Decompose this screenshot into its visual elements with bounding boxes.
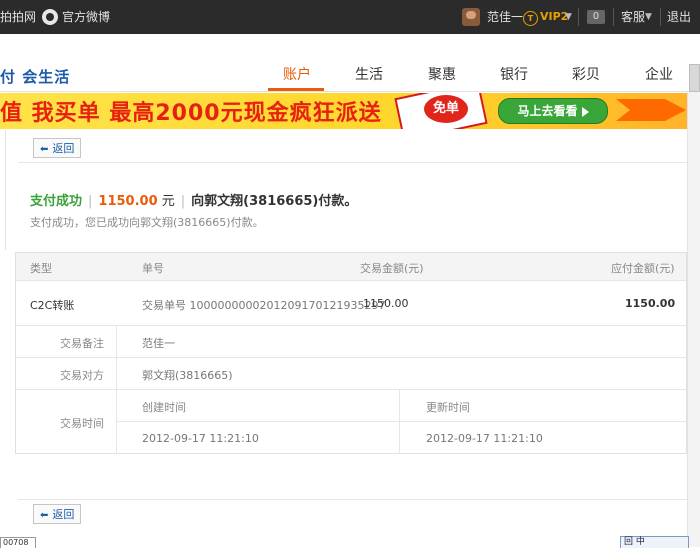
nav-business[interactable]: 企业: [645, 64, 673, 84]
divider: [16, 357, 686, 358]
banner-headline-part1: 值 我买单: [0, 101, 101, 126]
weibo-link[interactable]: 官方微博: [62, 0, 110, 34]
payee-text: 向郭文翔(3816665)付款。: [191, 194, 358, 209]
value-created-time: 2012-09-17 11:21:10: [142, 432, 259, 445]
vip-icon: T: [523, 11, 538, 26]
table-header: [16, 253, 686, 280]
banner-headline-part2: 最高2000元现金疯狂派送: [109, 101, 382, 126]
banner-cta-button[interactable]: 马上去看看: [498, 98, 608, 124]
result-subtitle: 支付成功，您已成功向郭文翔(3816665)付款。: [30, 216, 264, 229]
nav-deals[interactable]: 聚惠: [428, 64, 456, 84]
play-arrow-icon: [581, 106, 589, 117]
label-created-time: 创建时间: [142, 401, 186, 414]
divider: [18, 162, 687, 163]
header-type: 类型: [30, 262, 52, 275]
top-bar: 拍拍网 官方微博 范佳一 T VIP2 ▼ 0 客服 ▼ 退出: [0, 0, 700, 34]
divider: [5, 130, 6, 250]
cell-type: C2C转账: [30, 299, 75, 312]
status-text: 支付成功: [30, 194, 83, 209]
logout-link[interactable]: 退出: [667, 0, 691, 34]
scrollbar-track[interactable]: [687, 92, 700, 547]
nav-account[interactable]: 账户: [283, 64, 311, 84]
value-note: 范佳一: [142, 337, 175, 350]
promo-banner[interactable]: 值 我买单 最高2000元现金疯狂派送 免单 马上去看看: [0, 93, 687, 129]
divider: [613, 8, 614, 26]
scrollbar-thumb[interactable]: [689, 64, 700, 92]
amount-text: 1150.00: [98, 194, 158, 209]
chevron-down-icon[interactable]: ▼: [645, 0, 652, 34]
nav-bank[interactable]: 银行: [500, 64, 528, 84]
currency-unit: 元: [161, 194, 175, 209]
divider: [0, 91, 700, 92]
divider: [16, 389, 686, 390]
site-logo[interactable]: 付 会生活: [0, 66, 70, 87]
corner-widget[interactable]: 回 中: [620, 536, 689, 548]
header-order-no: 单号: [142, 262, 164, 275]
label-counterparty: 交易对方: [60, 369, 104, 382]
divider: [660, 8, 661, 26]
back-arrow-icon: ⬅: [40, 510, 49, 521]
header-trade-amount: 交易金额(元): [360, 262, 424, 275]
back-button-label: 返回: [52, 142, 75, 155]
banner-cta-label: 马上去看看: [517, 104, 578, 118]
service-menu[interactable]: 客服: [621, 0, 645, 34]
value-counterparty: 郭文翔(3816665): [142, 369, 233, 382]
separator: |: [180, 194, 186, 209]
username-link[interactable]: 范佳一: [487, 0, 523, 34]
cell-due-amount: 1150.00: [625, 297, 676, 310]
weibo-icon: [42, 9, 58, 25]
nav-caibei[interactable]: 彩贝: [572, 64, 600, 84]
back-arrow-icon: ⬅: [40, 144, 49, 155]
cell-trade-amount: 1150.00: [363, 297, 409, 310]
divider: [578, 8, 579, 26]
divider: [18, 499, 687, 500]
avatar[interactable]: [462, 8, 480, 26]
label-trade-time: 交易时间: [60, 417, 104, 430]
free-order-seal: 免单: [424, 95, 468, 123]
nav-life[interactable]: 生活: [355, 64, 383, 84]
label-updated-time: 更新时间: [426, 401, 470, 414]
divider: [16, 280, 686, 281]
back-button-label: 返回: [52, 508, 75, 521]
separator: |: [88, 194, 93, 209]
chevron-down-icon[interactable]: ▼: [565, 0, 572, 34]
back-button-bottom[interactable]: ⬅ 返回: [33, 504, 81, 524]
status-fragment: 00708: [0, 537, 36, 548]
divider: [116, 421, 686, 422]
header-due-amount: 应付金额(元): [611, 262, 675, 275]
value-updated-time: 2012-09-17 11:21:10: [426, 432, 543, 445]
back-button-top[interactable]: ⬅ 返回: [33, 138, 81, 158]
paipai-link[interactable]: 拍拍网: [0, 0, 36, 34]
arrow-decoration-icon: [616, 99, 686, 121]
banner-headline: 值 我买单 最高2000元现金疯狂派送: [0, 95, 382, 127]
divider: [399, 389, 400, 454]
payment-result-line: 支付成功 | 1150.00 元 | 向郭文翔(3816665)付款。: [30, 190, 357, 209]
message-count-badge[interactable]: 0: [587, 10, 605, 24]
cell-order-no: 交易单号 10000000002012091701219352​97: [142, 299, 386, 312]
label-note: 交易备注: [60, 337, 104, 350]
